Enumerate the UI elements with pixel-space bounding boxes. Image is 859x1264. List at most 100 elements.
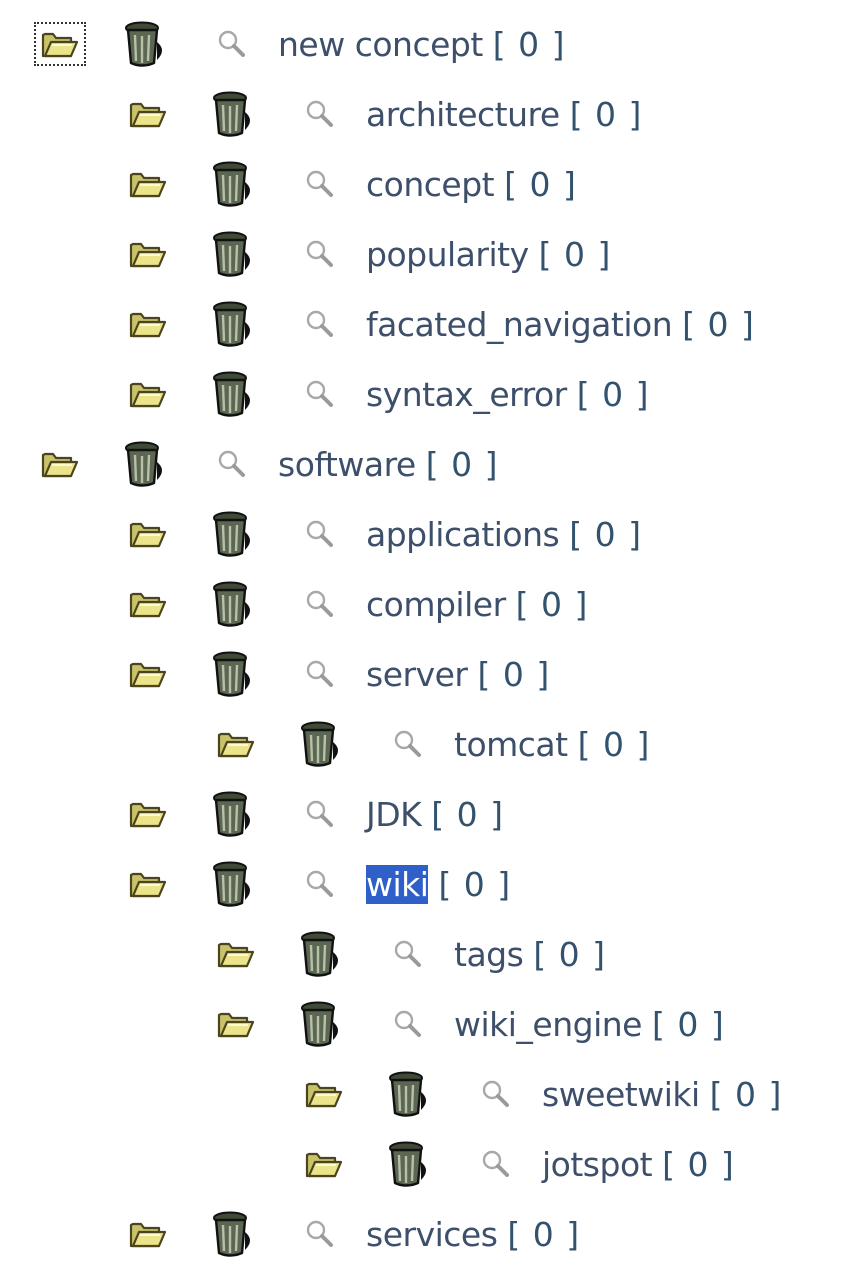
magnifier-icon[interactable]	[478, 1146, 514, 1182]
magnifier-icon[interactable]	[302, 796, 338, 832]
node-label[interactable]: architecture	[366, 95, 560, 134]
tree-node-syntax-error: syntax_error [ 0 ]	[126, 364, 649, 424]
tree-node-applications: applications [ 0 ]	[126, 504, 642, 564]
magnifier-icon[interactable]	[302, 586, 338, 622]
node-count: [ 0 ]	[569, 514, 642, 554]
node-count: [ 0 ]	[576, 374, 650, 414]
trash-can-icon[interactable]	[210, 649, 258, 699]
folder-open-icon[interactable]	[302, 1146, 346, 1182]
magnifier-icon[interactable]	[302, 1216, 338, 1252]
trash-can-icon[interactable]	[210, 229, 258, 279]
tree-node-tags: tags [ 0 ]	[214, 924, 606, 984]
node-label[interactable]: wiki_engine	[454, 1005, 643, 1044]
magnifier-icon[interactable]	[302, 236, 338, 272]
node-label[interactable]: server	[366, 655, 468, 694]
folder-open-icon[interactable]	[126, 656, 170, 692]
magnifier-icon[interactable]	[302, 306, 338, 342]
node-label[interactable]: jotspot	[542, 1145, 653, 1184]
tree-node-new-concept: new concept [ 0 ]	[34, 14, 566, 74]
node-count: [ 0 ]	[577, 724, 651, 764]
trash-can-icon[interactable]	[210, 789, 258, 839]
category-tree: new concept [ 0 ] architecture [0] con…	[0, 0, 859, 1260]
folder-open-icon[interactable]	[214, 726, 258, 762]
folder-open-icon[interactable]	[126, 166, 170, 202]
trash-can-icon[interactable]	[122, 19, 170, 69]
trash-can-icon[interactable]	[210, 159, 258, 209]
magnifier-icon[interactable]	[302, 166, 338, 202]
node-label[interactable]: JDK	[366, 795, 422, 834]
node-label[interactable]: software	[278, 445, 416, 484]
folder-open-icon[interactable]	[126, 236, 170, 272]
magnifier-icon[interactable]	[302, 376, 338, 412]
node-label[interactable]: facated_navigation	[366, 305, 673, 344]
folder-open-icon[interactable]	[126, 1216, 170, 1252]
node-label[interactable]: concept	[366, 165, 495, 204]
folder-open-icon[interactable]	[38, 446, 82, 482]
tree-node-concept: concept [ 0 ]	[126, 154, 577, 214]
trash-can-icon[interactable]	[298, 929, 346, 979]
node-count: [ 0 ]	[682, 304, 755, 344]
magnifier-icon[interactable]	[302, 516, 338, 552]
trash-can-icon[interactable]	[210, 509, 258, 559]
magnifier-icon[interactable]	[390, 1006, 426, 1042]
trash-can-icon[interactable]	[298, 999, 346, 1049]
magnifier-icon[interactable]	[302, 866, 338, 902]
trash-can-icon[interactable]	[122, 439, 170, 489]
folder-open-icon[interactable]	[126, 306, 170, 342]
node-label[interactable]: services	[366, 1215, 498, 1254]
node-count: [ 0 ]	[515, 584, 589, 624]
trash-can-icon[interactable]	[210, 859, 258, 909]
folder-open-icon[interactable]	[126, 866, 170, 902]
node-count: [ 0 ]	[425, 444, 499, 484]
tree-node-wiki-engine: wiki_engine [ 0 ]	[214, 994, 725, 1054]
tree-node-wiki: wiki [ 0 ]	[126, 854, 511, 914]
node-count: [ 0 ]	[438, 864, 512, 904]
trash-can-icon[interactable]	[210, 369, 258, 419]
tree-node-services: services [ 0 ]	[126, 1204, 580, 1264]
node-count: [ 0 ]	[431, 794, 505, 834]
magnifier-icon[interactable]	[214, 446, 250, 482]
folder-open-icon[interactable]	[126, 376, 170, 412]
magnifier-icon[interactable]	[478, 1076, 514, 1112]
magnifier-icon[interactable]	[302, 656, 338, 692]
node-count: [ 0 ]	[507, 1214, 581, 1254]
folder-open-icon[interactable]	[126, 796, 170, 832]
folder-open-icon[interactable]	[214, 936, 258, 972]
folder-open-icon[interactable]	[126, 516, 170, 552]
node-label[interactable]: tomcat	[454, 725, 568, 764]
magnifier-icon[interactable]	[390, 936, 426, 972]
trash-can-icon[interactable]	[210, 89, 258, 139]
node-label[interactable]: wiki	[366, 864, 429, 904]
magnifier-icon[interactable]	[302, 96, 338, 132]
node-label[interactable]: new concept	[278, 25, 483, 64]
folder-open-icon[interactable]	[214, 1006, 258, 1042]
tree-node-sweetwiki: sweetwiki [ 0 ]	[302, 1064, 782, 1124]
tree-node-jotspot: jotspot [ 0 ]	[302, 1134, 735, 1194]
magnifier-icon[interactable]	[390, 726, 426, 762]
folder-open-icon[interactable]	[126, 96, 170, 132]
trash-can-icon[interactable]	[386, 1069, 434, 1119]
magnifier-icon[interactable]	[214, 26, 250, 62]
node-count: [ 0 ]	[569, 94, 643, 134]
node-label[interactable]: tags	[454, 935, 524, 974]
node-count: [ 0 ]	[477, 654, 551, 694]
folder-open-icon[interactable]	[302, 1076, 346, 1112]
tree-node-compiler: compiler [ 0 ]	[126, 574, 588, 634]
trash-can-icon[interactable]	[210, 299, 258, 349]
node-label[interactable]: sweetwiki	[542, 1075, 700, 1114]
node-label[interactable]: popularity	[366, 235, 529, 274]
node-label[interactable]: syntax_error	[366, 375, 567, 414]
trash-can-icon[interactable]	[210, 1209, 258, 1259]
trash-can-icon[interactable]	[298, 719, 346, 769]
node-count: [ 0 ]	[709, 1074, 783, 1114]
trash-can-icon[interactable]	[386, 1139, 434, 1189]
node-label[interactable]: applications	[366, 515, 560, 554]
node-count: [ 0 ]	[538, 234, 612, 274]
node-count: [ 0 ]	[652, 1004, 725, 1044]
folder-open-icon[interactable]	[126, 586, 170, 622]
tree-node-architecture: architecture [ 0 ]	[126, 84, 642, 144]
folder-open-icon[interactable]	[34, 22, 86, 66]
tree-node-popularity: popularity [ 0 ]	[126, 224, 611, 284]
node-label[interactable]: compiler	[366, 585, 506, 624]
trash-can-icon[interactable]	[210, 579, 258, 629]
